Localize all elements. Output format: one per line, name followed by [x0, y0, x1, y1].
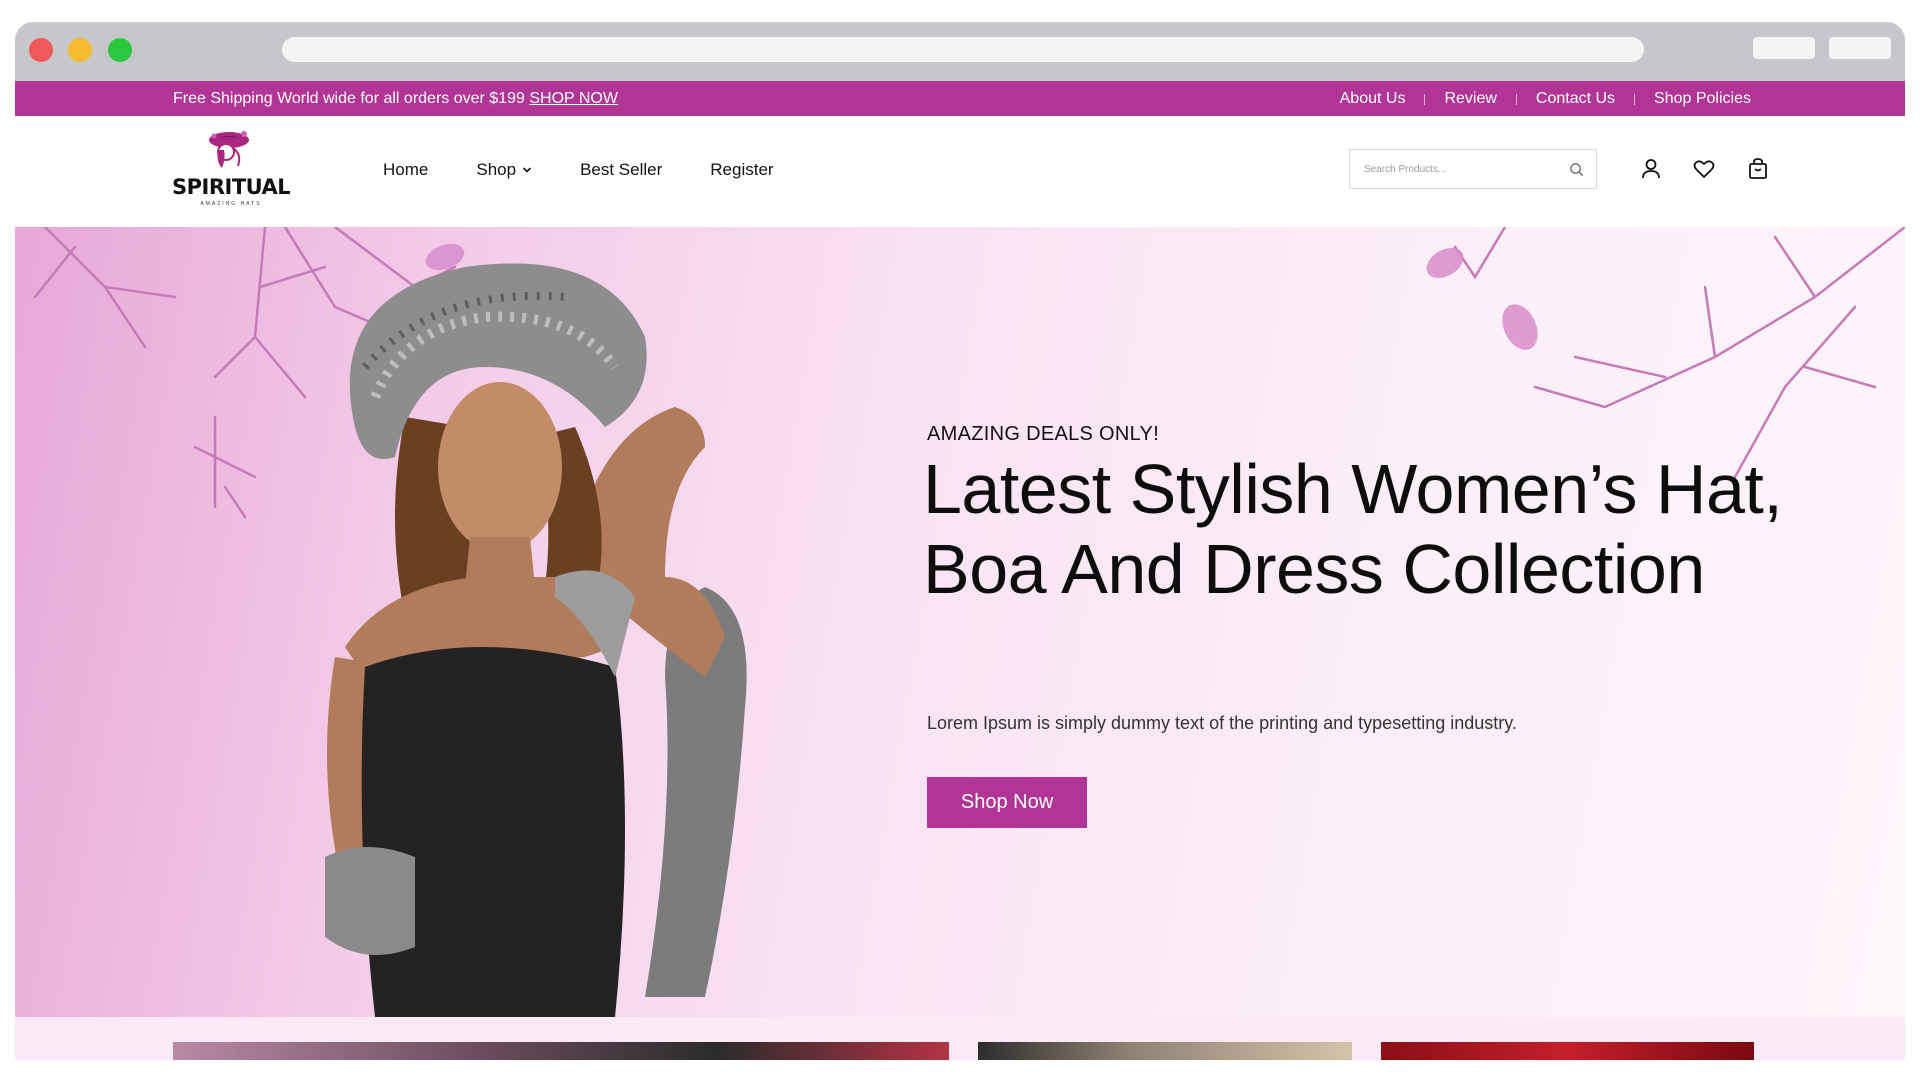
user-icon[interactable] — [1639, 157, 1663, 181]
hero-eyebrow: AMAZING DEALS ONLY! — [927, 423, 1160, 445]
browser-chrome — [15, 22, 1905, 81]
maximize-window-button[interactable] — [108, 38, 132, 62]
nav-shop-label: Shop — [476, 160, 517, 179]
category-image[interactable] — [1381, 1042, 1754, 1060]
hero-headline: Latest Stylish Women’s Hat, Boa And Dres… — [923, 450, 1783, 608]
search-icon[interactable] — [1569, 162, 1584, 177]
shop-now-link[interactable]: SHOP NOW — [529, 90, 618, 107]
divider — [1424, 93, 1426, 105]
bag-icon[interactable] — [1746, 157, 1770, 181]
promo-bar: Free Shipping World wide for all orders … — [15, 81, 1905, 116]
close-window-button[interactable] — [29, 38, 53, 62]
contact-us-link[interactable]: Contact Us — [1536, 90, 1615, 108]
minimize-window-button[interactable] — [68, 38, 92, 62]
browser-window: Free Shipping World wide for all orders … — [15, 22, 1905, 1060]
nav-home[interactable]: Home — [383, 160, 428, 180]
shop-policies-link[interactable]: Shop Policies — [1654, 90, 1751, 108]
category-image[interactable] — [978, 1042, 1352, 1060]
divider — [1515, 93, 1517, 105]
chevron-down-icon — [522, 167, 532, 173]
nav-shop[interactable]: Shop — [476, 160, 532, 180]
hat-woman-logo-icon — [209, 131, 249, 168]
main-nav: Home Shop Best Seller Register — [383, 160, 822, 180]
site-logo[interactable]: SPIRITUAL AMAZING HATS — [172, 128, 292, 212]
search-box — [1349, 149, 1597, 189]
about-us-link[interactable]: About Us — [1340, 90, 1406, 108]
site-header: SPIRITUAL AMAZING HATS Home Shop Best Se… — [15, 116, 1905, 227]
category-image[interactable] — [173, 1042, 949, 1060]
logo-wordmark: SPIRITUAL — [172, 175, 291, 199]
nav-register-label: Register — [710, 160, 774, 179]
shop-now-button[interactable]: Shop Now — [927, 777, 1087, 828]
hero-subtext: Lorem Ipsum is simply dummy text of the … — [927, 713, 1517, 733]
promo-text: Free Shipping World wide for all orders … — [173, 90, 525, 107]
review-link[interactable]: Review — [1444, 90, 1496, 108]
browser-toolbar-button[interactable] — [1753, 37, 1815, 59]
category-strip — [15, 1017, 1905, 1060]
model-photo — [325, 263, 747, 1017]
search-input[interactable] — [1364, 150, 1554, 188]
divider — [1634, 93, 1636, 105]
nav-register[interactable]: Register — [710, 160, 773, 180]
nav-best-seller[interactable]: Best Seller — [580, 160, 662, 180]
address-bar[interactable] — [282, 37, 1644, 62]
promo-message: Free Shipping World wide for all orders … — [173, 90, 618, 108]
browser-toolbar-button[interactable] — [1829, 37, 1891, 59]
heart-icon[interactable] — [1692, 157, 1716, 181]
hero-banner: AMAZING DEALS ONLY! Latest Stylish Women… — [15, 227, 1905, 1017]
logo-tagline: AMAZING HATS — [200, 201, 262, 207]
nav-best-seller-label: Best Seller — [580, 160, 663, 179]
nav-home-label: Home — [383, 160, 429, 179]
utility-links: About Us Review Contact Us Shop Policies — [1340, 90, 1751, 108]
